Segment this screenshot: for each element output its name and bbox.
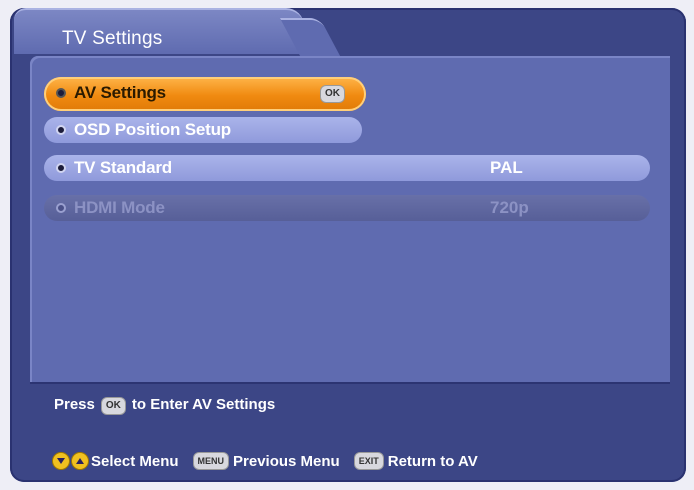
arrow-down-icon bbox=[52, 452, 70, 470]
ok-key-icon: OK bbox=[320, 85, 345, 103]
menu-item-value: PAL bbox=[490, 158, 523, 177]
page-title: TV Settings bbox=[62, 28, 163, 49]
menu-item-label: AV Settings bbox=[74, 83, 166, 102]
menu-item-osd-position-setup[interactable]: OSD Position Setup bbox=[44, 117, 362, 143]
menu-item-label: TV Standard bbox=[74, 158, 172, 177]
arrow-up-icon bbox=[71, 452, 89, 470]
previous-menu-label: Previous Menu bbox=[233, 452, 340, 470]
tv-settings-screen: TV Settings AV Settings OK OSD Position … bbox=[0, 0, 694, 490]
bullet-icon bbox=[56, 203, 66, 213]
bullet-icon bbox=[56, 88, 66, 98]
bullet-icon bbox=[56, 125, 66, 135]
menu-key-icon: MENU bbox=[192, 452, 230, 470]
title-tab: TV Settings bbox=[14, 8, 304, 54]
divider bbox=[30, 382, 670, 384]
help-suffix: to Enter AV Settings bbox=[131, 396, 276, 413]
return-label: Return to AV bbox=[387, 452, 478, 470]
help-text: Press OK to Enter AV Settings bbox=[54, 396, 275, 415]
bullet-icon bbox=[56, 163, 66, 173]
select-menu-label: Select Menu bbox=[91, 452, 179, 470]
menu-item-hdmi-mode: HDMI Mode 720p bbox=[44, 195, 650, 221]
menu-item-value: 720p bbox=[490, 198, 529, 217]
menu-item-label: OSD Position Setup bbox=[74, 120, 231, 139]
exit-key-icon: EXIT bbox=[353, 452, 384, 470]
help-prefix: Press bbox=[54, 396, 95, 413]
ok-key-icon: OK bbox=[100, 397, 126, 415]
menu-item-label: HDMI Mode bbox=[74, 198, 165, 217]
menu-item-tv-standard[interactable]: TV Standard PAL bbox=[44, 155, 650, 181]
footer-legend: Select Menu MENU Previous Menu EXIT Retu… bbox=[52, 452, 478, 470]
menu-item-av-settings[interactable]: AV Settings OK bbox=[44, 77, 366, 111]
navigation-arrows bbox=[52, 452, 89, 470]
